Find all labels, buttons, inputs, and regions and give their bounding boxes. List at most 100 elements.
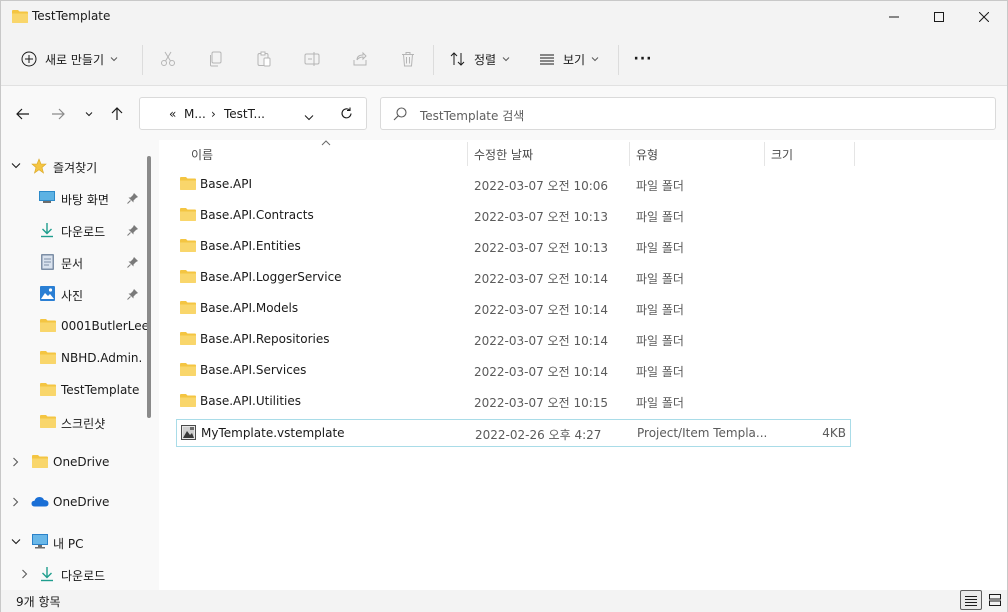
table-row[interactable]: Base.API.LoggerService 2022-03-07 오전 10:… <box>176 264 851 292</box>
toolbar-divider <box>142 45 143 75</box>
pin-icon[interactable] <box>127 256 139 268</box>
arrow-up-icon <box>111 107 123 120</box>
file-name: Base.API.Repositories <box>200 332 330 346</box>
address-bar[interactable]: « M... › TestT... <box>139 97 367 130</box>
star-icon <box>31 158 47 174</box>
sidebar-item-folder[interactable]: TestTemplate <box>1 375 146 405</box>
command-bar: 새로 만들기 정렬 보기 ··· <box>1 35 1007 83</box>
sidebar-item-downloads[interactable]: 다운로드 <box>1 215 146 245</box>
recent-locations-button[interactable] <box>79 104 99 124</box>
navigation-pane: 즐겨찾기 바탕 화면 다운로드 문서 사진 0001ButlerLee NBHD… <box>1 140 159 590</box>
chevron-right-icon[interactable] <box>21 569 28 579</box>
refresh-button[interactable] <box>340 107 353 123</box>
chevron-down-icon <box>110 57 118 62</box>
breadcrumb-item[interactable]: TestT... <box>224 107 265 121</box>
column-divider[interactable] <box>467 142 468 166</box>
table-row[interactable]: Base.API.Utilities 2022-03-07 오전 10:15 파… <box>176 388 851 416</box>
pin-icon[interactable] <box>127 288 139 300</box>
table-row[interactable]: Base.API.Contracts 2022-03-07 오전 10:13 파… <box>176 202 851 230</box>
address-overflow[interactable]: « <box>169 107 176 121</box>
tiles-view-button[interactable] <box>984 590 1006 610</box>
sidebar-item-this-pc[interactable]: 내 PC <box>1 527 146 557</box>
file-date: 2022-03-07 오전 10:15 <box>474 396 609 410</box>
folder-icon <box>40 415 56 428</box>
sidebar-item-documents[interactable]: 문서 <box>1 247 146 277</box>
search-box[interactable]: TestTemplate 검색 <box>380 97 996 130</box>
delete-button[interactable] <box>399 45 417 73</box>
sidebar-scrollbar[interactable] <box>147 156 151 418</box>
table-row[interactable]: MyTemplate.vstemplate 2022-02-26 오후 4:27… <box>176 419 851 447</box>
view-button[interactable]: 보기 <box>539 45 599 73</box>
table-row[interactable]: Base.API.Repositories 2022-03-07 오전 10:1… <box>176 326 851 354</box>
sidebar-item-onedrive-cloud[interactable]: OneDrive <box>1 487 146 517</box>
toolbar-divider <box>433 45 434 75</box>
up-button[interactable] <box>107 104 127 124</box>
file-date: 2022-02-26 오후 4:27 <box>475 428 602 442</box>
table-row[interactable]: Base.API 2022-03-07 오전 10:06 파일 폴더 <box>176 171 851 199</box>
column-header-size[interactable]: 크기 <box>771 140 855 166</box>
forward-button[interactable] <box>48 104 68 124</box>
pin-icon[interactable] <box>127 192 139 204</box>
picture-icon <box>40 286 55 301</box>
chevron-right-icon[interactable] <box>12 497 19 507</box>
pin-icon[interactable] <box>127 224 139 236</box>
chevron-right-icon[interactable] <box>12 457 19 467</box>
share-button[interactable] <box>351 45 369 73</box>
chevron-down-icon <box>304 115 314 121</box>
file-name: Base.API.Models <box>200 301 299 315</box>
folder-icon <box>180 177 196 190</box>
folder-icon <box>180 270 196 283</box>
breadcrumb-item[interactable]: M... <box>184 107 206 121</box>
more-options-button[interactable]: ··· <box>632 45 654 73</box>
sort-label: 정렬 <box>474 52 497 67</box>
sidebar-item-pc-downloads[interactable]: 다운로드 <box>1 559 146 589</box>
maximize-button[interactable] <box>916 1 962 33</box>
column-divider[interactable] <box>629 142 630 166</box>
cut-button[interactable] <box>159 45 177 73</box>
chevron-down-icon[interactable] <box>11 162 21 169</box>
table-row[interactable]: Base.API.Models 2022-03-07 오전 10:14 파일 폴… <box>176 295 851 323</box>
sidebar-item-folder[interactable]: 0001ButlerLee <box>1 311 149 341</box>
file-type: 파일 폴더 <box>636 303 684 317</box>
file-type: 파일 폴더 <box>636 241 684 255</box>
chevron-down-icon[interactable] <box>11 538 21 545</box>
address-dropdown-button[interactable] <box>304 110 314 124</box>
column-header-type[interactable]: 유형 <box>636 140 764 166</box>
sidebar-item-folder[interactable]: 스크린샷 <box>1 407 146 437</box>
rename-button[interactable] <box>303 45 321 73</box>
table-row[interactable]: Base.API.Services 2022-03-07 오전 10:14 파일… <box>176 357 851 385</box>
close-button[interactable] <box>961 1 1007 33</box>
folder-icon <box>40 351 56 364</box>
paste-button[interactable] <box>255 45 273 73</box>
column-divider[interactable] <box>854 142 855 166</box>
minimize-button[interactable] <box>871 1 917 33</box>
file-name: Base.API.Services <box>200 363 307 377</box>
folder-icon <box>12 9 28 23</box>
status-bar: 9개 항목 <box>1 590 1007 612</box>
column-header-name[interactable]: 이름 <box>191 140 467 166</box>
sidebar-item-folder[interactable]: NBHD.Admin.A <box>1 343 146 373</box>
folder-icon <box>180 239 196 252</box>
back-button[interactable] <box>13 104 33 124</box>
file-date: 2022-03-07 오전 10:13 <box>474 241 609 255</box>
sidebar-item-desktop[interactable]: 바탕 화면 <box>1 183 146 213</box>
search-placeholder: TestTemplate 검색 <box>420 109 525 123</box>
column-divider[interactable] <box>764 142 765 166</box>
table-row[interactable]: Base.API.Entities 2022-03-07 오전 10:13 파일… <box>176 233 851 261</box>
copy-button[interactable] <box>207 45 225 73</box>
file-name: Base.API <box>200 177 253 191</box>
file-type: Project/Item Templa... <box>637 426 768 440</box>
chevron-down-icon <box>85 112 93 117</box>
column-header-date[interactable]: 수정한 날짜 <box>474 140 629 166</box>
folder-icon <box>32 455 48 468</box>
arrow-right-icon <box>52 108 65 120</box>
sidebar-item-pictures[interactable]: 사진 <box>1 279 146 309</box>
sidebar-item-onedrive[interactable]: OneDrive <box>1 447 146 477</box>
sidebar-item-favorites[interactable]: 즐겨찾기 <box>1 151 146 181</box>
trash-icon <box>402 52 414 67</box>
details-view-button[interactable] <box>960 590 982 610</box>
file-name: MyTemplate.vstemplate <box>201 426 345 440</box>
new-button[interactable]: 새로 만들기 <box>21 45 118 73</box>
sort-button[interactable]: 정렬 <box>450 45 510 73</box>
view-label: 보기 <box>563 52 586 67</box>
